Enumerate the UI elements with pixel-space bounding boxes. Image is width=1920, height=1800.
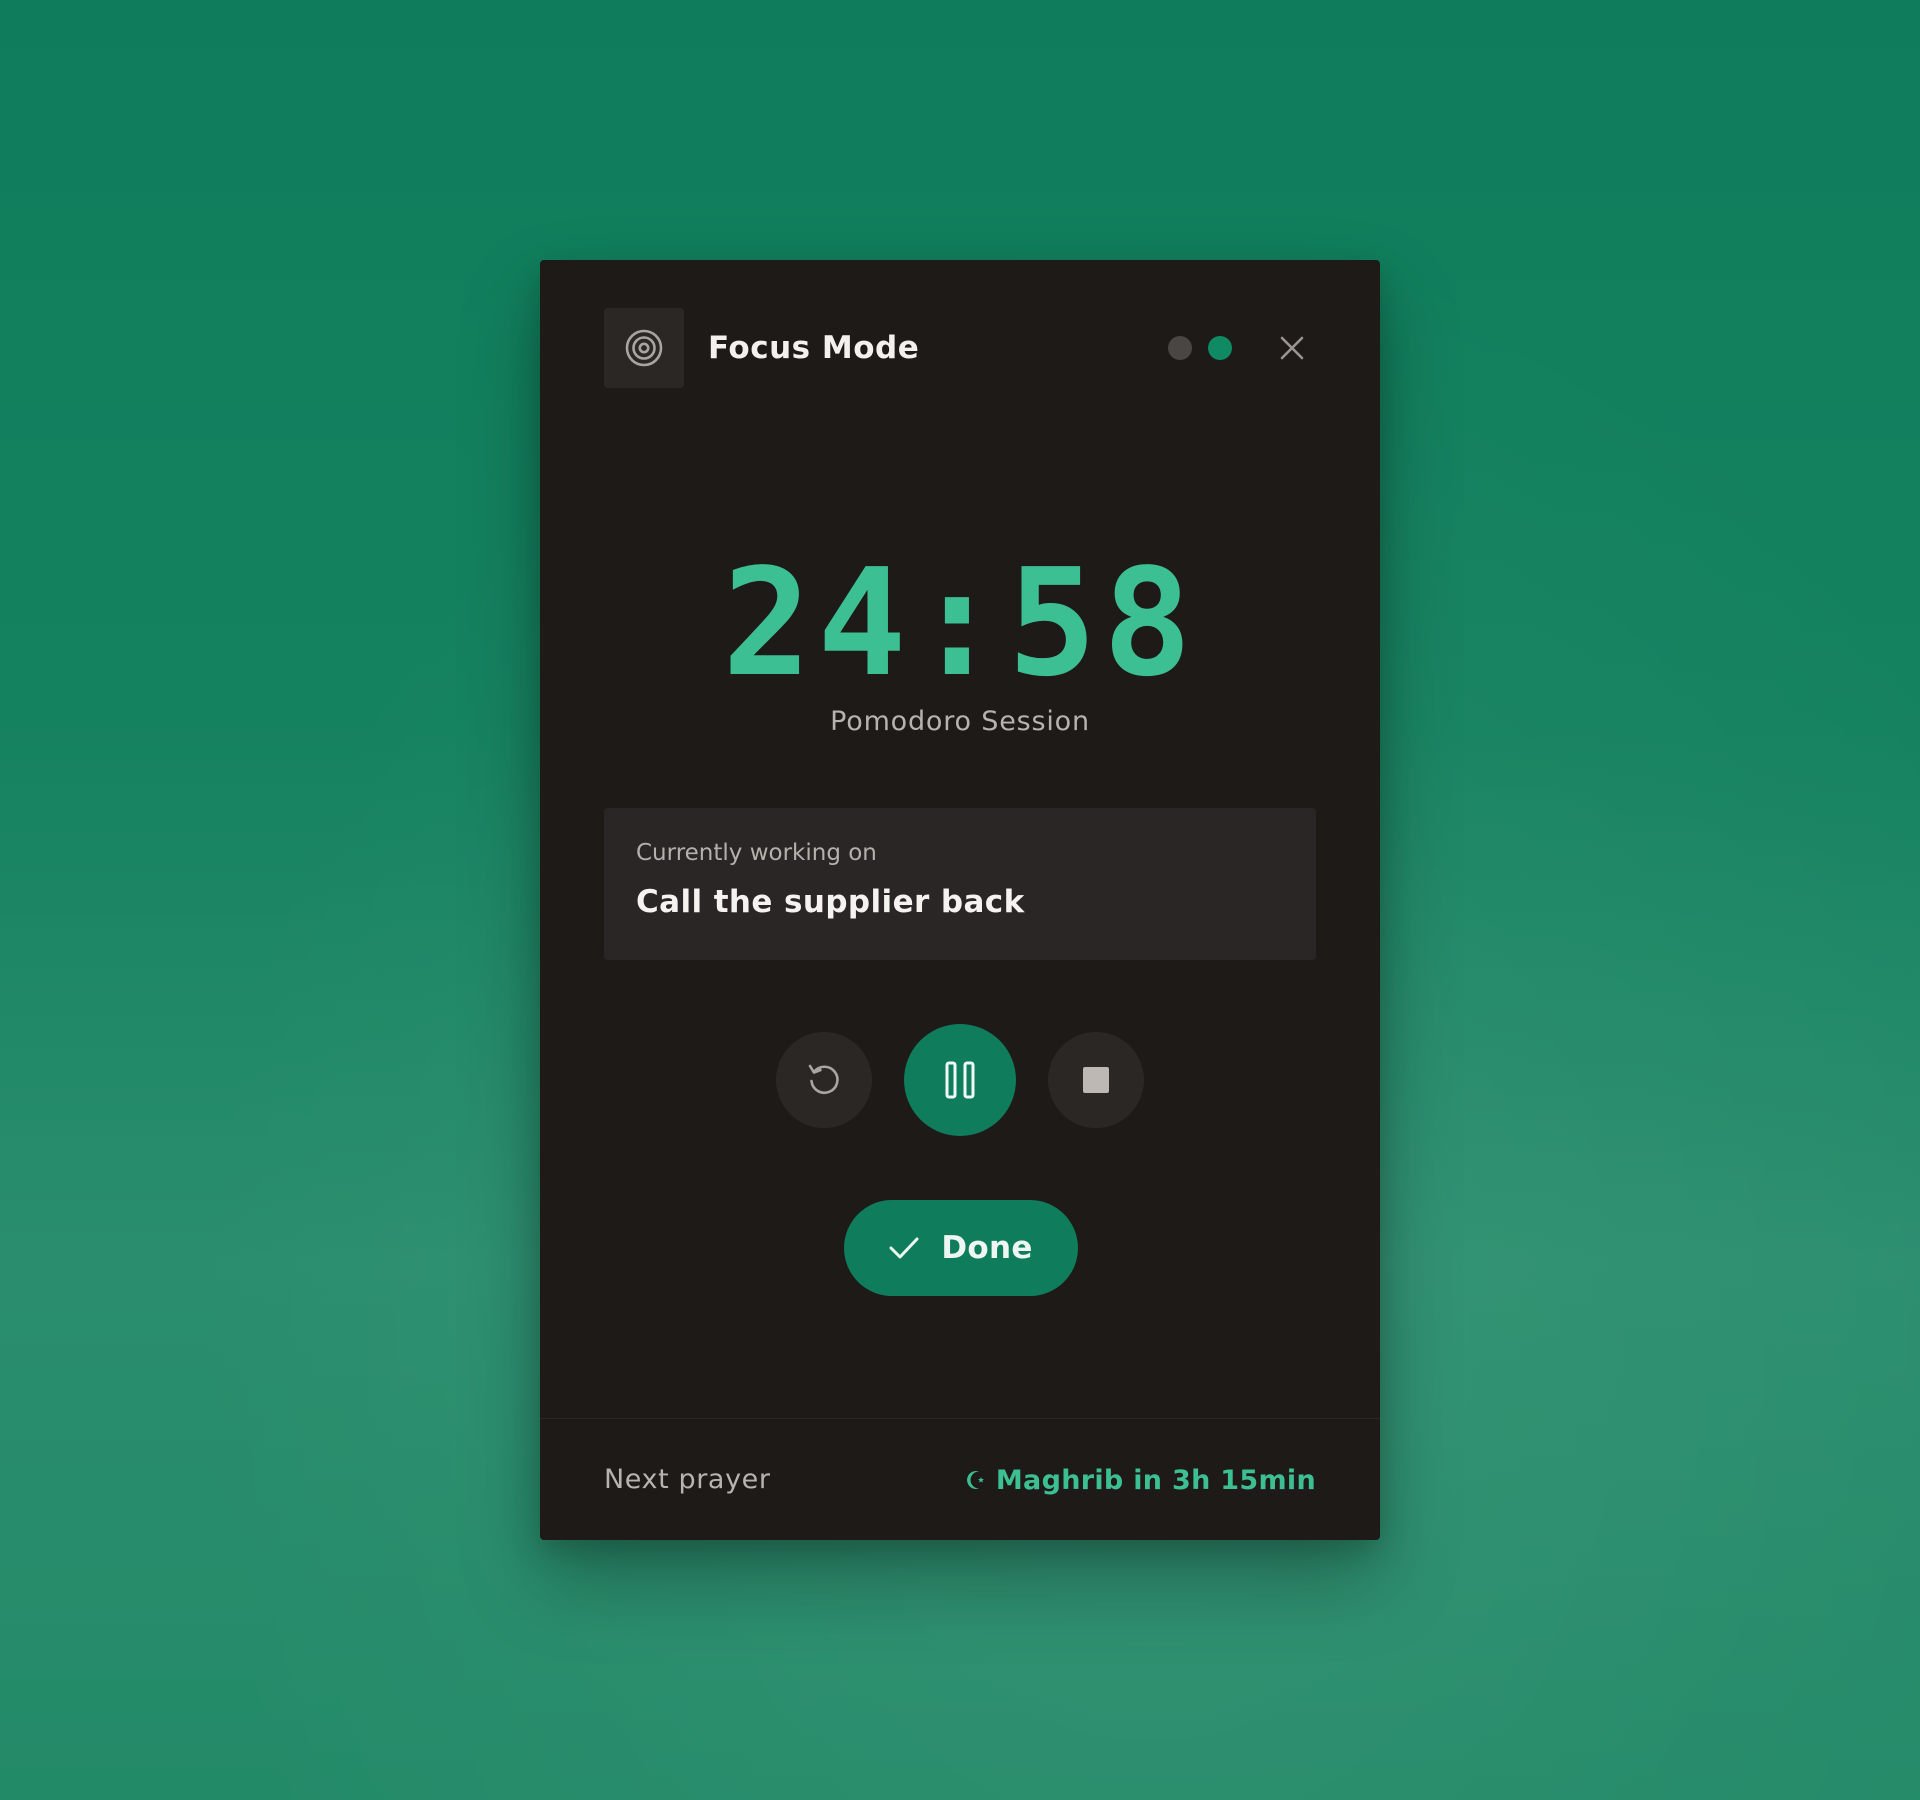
check-icon xyxy=(889,1237,919,1259)
next-prayer-info: Maghrib in 3h 15min xyxy=(964,1419,1316,1541)
status-indicators xyxy=(1168,336,1232,360)
stop-icon xyxy=(1083,1067,1109,1093)
close-icon xyxy=(1280,336,1304,360)
status-dot-active xyxy=(1208,336,1232,360)
task-name: Call the supplier back xyxy=(636,884,1025,920)
pause-button[interactable] xyxy=(904,1024,1016,1136)
next-prayer-text: Maghrib in 3h 15min xyxy=(995,1464,1316,1496)
restart-button[interactable] xyxy=(776,1032,872,1128)
close-button[interactable] xyxy=(1268,324,1316,372)
target-icon xyxy=(625,329,663,367)
logo-tile xyxy=(604,308,684,388)
task-label: Currently working on xyxy=(636,840,877,866)
timer-display: 24:58 xyxy=(722,537,1198,709)
widget-header: Focus Mode xyxy=(604,308,1316,388)
done-label: Done xyxy=(941,1230,1033,1266)
done-button[interactable]: Done xyxy=(844,1200,1078,1296)
status-dot-inactive xyxy=(1168,336,1192,360)
crescent-moon-icon xyxy=(966,1471,984,1489)
current-task-card: Currently working on Call the supplier b… xyxy=(604,808,1316,960)
restart-icon xyxy=(808,1064,839,1095)
page-title: Focus Mode xyxy=(708,330,920,366)
stop-button[interactable] xyxy=(1048,1032,1144,1128)
session-label: Pomodoro Session xyxy=(830,706,1090,737)
timer-controls xyxy=(540,1024,1380,1136)
focus-mode-widget: Focus Mode 24:58 Pomodoro Session Curren… xyxy=(540,260,1380,1540)
next-prayer-label: Next prayer xyxy=(604,1464,771,1495)
footer: Next prayer Maghrib in 3h 15min xyxy=(540,1418,1380,1540)
pause-icon xyxy=(945,1061,975,1099)
